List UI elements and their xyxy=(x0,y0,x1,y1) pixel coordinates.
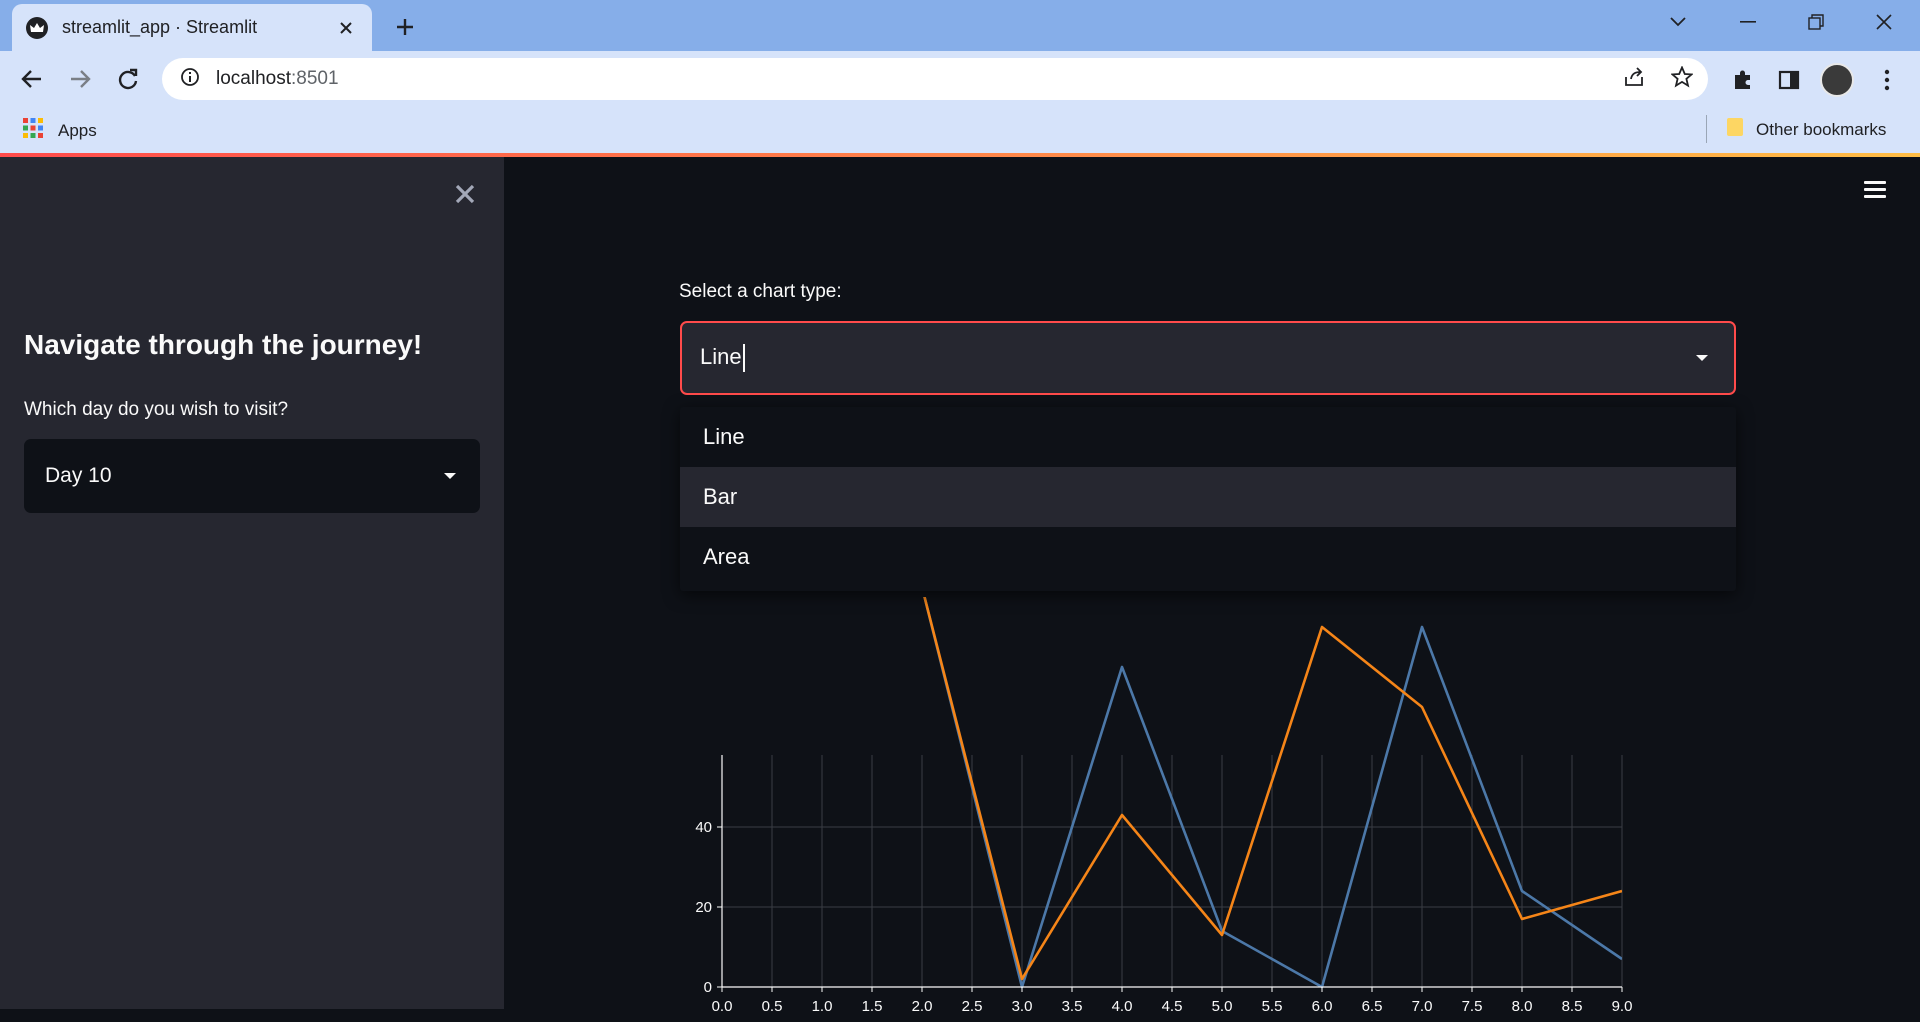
x-tick-label: 7.5 xyxy=(1462,998,1483,1015)
site-info-icon[interactable] xyxy=(180,67,200,92)
bookmark-other[interactable]: Other bookmarks xyxy=(1726,117,1886,142)
streamlit-favicon-icon xyxy=(26,16,48,39)
tab-close-icon[interactable] xyxy=(334,16,358,40)
chart-type-value[interactable]: Line xyxy=(700,344,745,373)
url-host: localhost xyxy=(216,68,291,89)
x-tick-label: 9.0 xyxy=(1612,998,1633,1015)
chart-type-dropdown: Line Bar Area xyxy=(680,407,1736,591)
x-tick-label: 8.5 xyxy=(1562,998,1583,1015)
x-tick-label: 1.5 xyxy=(862,998,883,1015)
x-tick-label: 5.5 xyxy=(1262,998,1283,1015)
new-tab-icon[interactable] xyxy=(390,12,420,42)
x-tick-label: 4.0 xyxy=(1112,998,1133,1015)
apps-grid-icon xyxy=(22,117,44,144)
bookmarks-bar: Apps Other bookmarks xyxy=(0,107,1920,153)
x-tick-label: 8.0 xyxy=(1512,998,1533,1015)
x-tick-label: 6.0 xyxy=(1312,998,1333,1015)
share-icon[interactable] xyxy=(1616,59,1652,95)
bookmark-star-icon[interactable] xyxy=(1664,59,1700,95)
day-select[interactable]: Day 10 xyxy=(24,439,480,513)
chevron-down-icon xyxy=(444,473,456,479)
main-menu-icon[interactable] xyxy=(1860,177,1890,203)
x-tick-label: 5.0 xyxy=(1212,998,1233,1015)
x-tick-label: 3.5 xyxy=(1062,998,1083,1015)
chart-type-label: Select a chart type: xyxy=(679,281,842,302)
bookmarks-divider xyxy=(1706,115,1707,143)
text-cursor xyxy=(742,344,745,373)
y-tick-label: 20 xyxy=(695,899,712,916)
reload-icon[interactable] xyxy=(112,63,144,95)
minimize-icon[interactable] xyxy=(1726,8,1770,36)
chart-type-select[interactable]: Line xyxy=(680,321,1736,395)
day-select-value: Day 10 xyxy=(45,464,112,487)
x-tick-label: 0.5 xyxy=(762,998,783,1015)
x-tick-label: 7.0 xyxy=(1412,998,1433,1015)
x-tick-label: 3.0 xyxy=(1012,998,1033,1015)
sidebar: Navigate through the journey! Which day … xyxy=(0,157,504,1009)
more-menu-icon[interactable] xyxy=(1870,63,1904,97)
back-icon[interactable] xyxy=(16,63,48,95)
y-tick-label: 0 xyxy=(704,979,712,996)
x-tick-label: 4.5 xyxy=(1162,998,1183,1015)
apps-label: Apps xyxy=(58,120,97,140)
address-bar[interactable]: localhost:8501 xyxy=(162,58,1708,100)
extensions-icon[interactable] xyxy=(1726,63,1760,97)
tab-title: streamlit_app · Streamlit xyxy=(62,17,258,37)
restore-icon[interactable] xyxy=(1794,8,1838,36)
x-tick-label: 1.0 xyxy=(812,998,833,1015)
sidebar-title: Navigate through the journey! xyxy=(24,329,423,360)
tab-search-icon[interactable] xyxy=(1656,8,1700,36)
browser-tab[interactable]: streamlit_app · Streamlit xyxy=(12,4,372,51)
side-panel-icon[interactable] xyxy=(1772,63,1806,97)
close-window-icon[interactable] xyxy=(1862,8,1906,36)
option-bar[interactable]: Bar xyxy=(680,467,1736,527)
profile-avatar[interactable] xyxy=(1820,63,1854,97)
forward-icon[interactable] xyxy=(64,63,96,95)
bookmark-apps[interactable]: Apps xyxy=(22,117,97,144)
day-select-label: Which day do you wish to visit? xyxy=(24,399,289,420)
option-line[interactable]: Line xyxy=(680,407,1736,467)
chevron-down-icon xyxy=(1696,355,1708,361)
y-tick-label: 40 xyxy=(695,819,712,836)
browser-tabstrip: streamlit_app · Streamlit xyxy=(0,0,1920,51)
x-tick-label: 6.5 xyxy=(1362,998,1383,1015)
x-tick-label: 2.5 xyxy=(962,998,983,1015)
folder-icon xyxy=(1726,117,1744,142)
x-tick-label: 0.0 xyxy=(712,998,733,1015)
main-content: Select a chart type: Line Line Bar Area … xyxy=(504,157,1920,1015)
url-port: :8501 xyxy=(291,68,339,89)
other-bookmarks-label: Other bookmarks xyxy=(1756,119,1887,139)
url-text: localhost:8501 xyxy=(216,68,339,90)
browser-toolbar: localhost:8501 xyxy=(0,51,1920,107)
sidebar-close-icon[interactable] xyxy=(450,179,480,209)
line-chart: 0.0 0.5 1.0 1.5 2.0 2.5 3.0 3.5 4.0 4.5 5.0 5.5 6.0 6… xyxy=(672,597,1752,1017)
option-area[interactable]: Area xyxy=(680,527,1736,587)
x-tick-label: 2.0 xyxy=(912,998,933,1015)
